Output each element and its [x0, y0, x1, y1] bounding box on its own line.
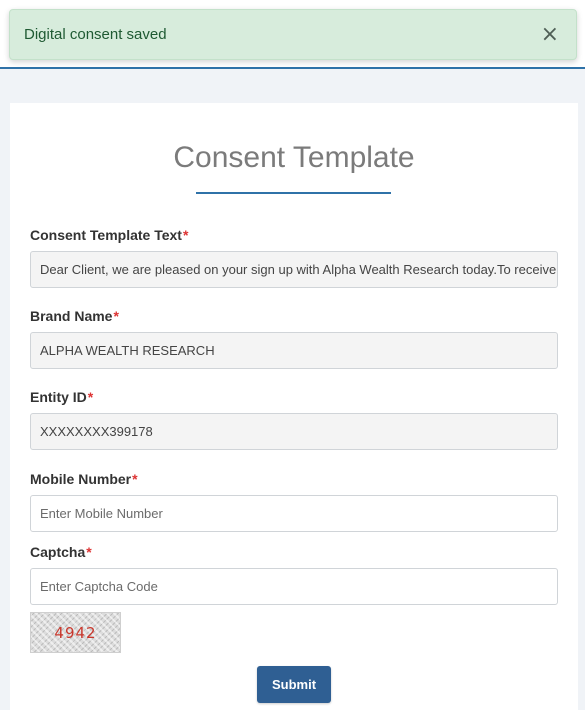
captcha-image: 4942: [30, 612, 121, 653]
brand-name-field[interactable]: ALPHA WEALTH RESEARCH: [30, 332, 558, 369]
required-marker: *: [113, 308, 119, 324]
toast-message: Digital consent saved: [24, 26, 167, 43]
template-text-label: Consent Template Text*: [30, 227, 188, 243]
entity-id-label-text: Entity ID: [30, 389, 87, 405]
consent-form-card: Consent Template Consent Template Text* …: [10, 103, 578, 710]
template-text-field[interactable]: Dear Client, we are pleased on your sign…: [30, 251, 558, 288]
required-marker: *: [182, 227, 189, 243]
submit-button[interactable]: Submit: [257, 666, 331, 703]
required-marker: *: [132, 471, 138, 487]
brand-name-label: Brand Name*: [30, 308, 119, 324]
page-title: Consent Template: [173, 141, 415, 174]
required-marker: *: [87, 389, 94, 405]
captcha-code: 4942: [54, 623, 97, 642]
captcha-label-text: Captcha: [30, 544, 86, 560]
mobile-number-label: Mobile Number*: [30, 471, 138, 487]
mobile-number-label-text: Mobile Number: [30, 471, 132, 487]
template-text-label-text: Consent Template Text: [30, 227, 182, 243]
entity-id-field[interactable]: XXXXXXXX399178: [30, 413, 558, 450]
required-marker: *: [86, 544, 92, 560]
success-toast: Digital consent saved ×: [9, 9, 577, 60]
close-icon[interactable]: ×: [541, 23, 559, 46]
title-underline: [196, 192, 391, 194]
captcha-input[interactable]: [30, 568, 558, 605]
mobile-number-input[interactable]: [30, 495, 558, 532]
brand-name-label-text: Brand Name: [30, 308, 113, 324]
entity-id-label: Entity ID*: [30, 389, 93, 405]
captcha-label: Captcha*: [30, 544, 92, 560]
